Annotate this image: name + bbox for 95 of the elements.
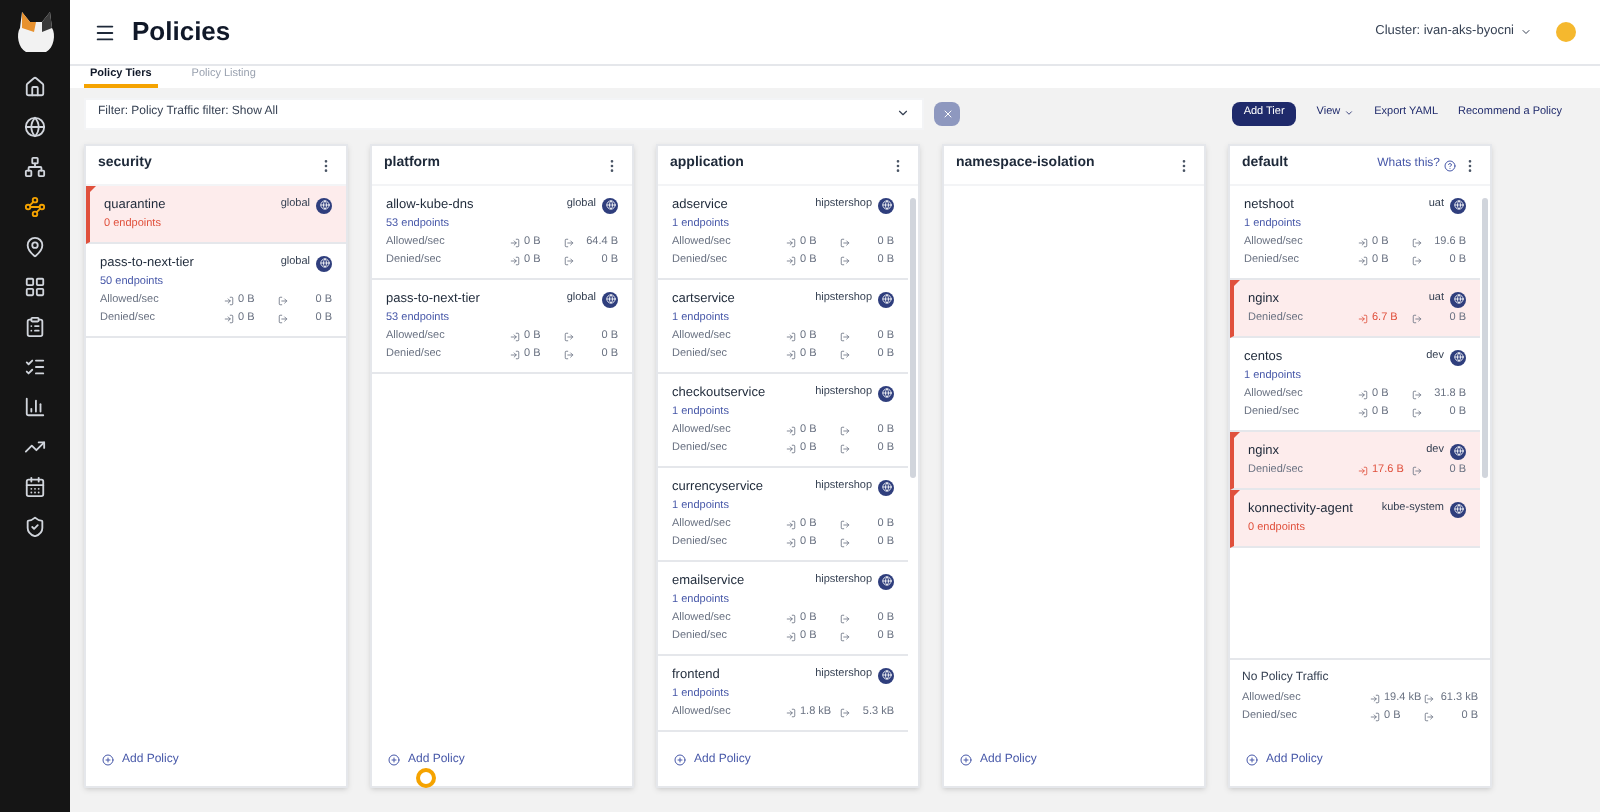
inbound-icon [786, 238, 796, 248]
outbound-icon [564, 350, 574, 360]
add-icon [960, 754, 972, 766]
inbound-icon [786, 444, 796, 454]
chevron-down-icon [1344, 108, 1355, 118]
corner-flag-icon [1230, 280, 1240, 290]
outbound-icon [840, 256, 850, 266]
page-title: Policies [132, 14, 231, 51]
inbound-icon [224, 296, 234, 306]
outbound-icon [840, 520, 850, 530]
outbound-icon [1412, 466, 1422, 476]
inbound-icon [1358, 408, 1368, 418]
outbound-icon [564, 238, 574, 248]
outbound-icon [840, 426, 850, 436]
namespace-icon [1450, 349, 1466, 365]
inbound-icon [786, 520, 796, 530]
grid-icon[interactable] [24, 276, 46, 298]
menu-icon[interactable] [94, 21, 116, 43]
namespace-icon [1450, 291, 1466, 307]
namespace-icon [878, 479, 894, 495]
outbound-icon [1412, 314, 1422, 324]
add-icon [674, 754, 686, 766]
outbound-icon [564, 256, 574, 266]
outbound-icon [840, 632, 850, 642]
outbound-icon [564, 332, 574, 342]
outbound-icon [278, 314, 288, 324]
inbound-icon [1358, 256, 1368, 266]
outbound-icon [840, 332, 850, 342]
namespace-icon [878, 573, 894, 589]
pin-icon[interactable] [24, 236, 46, 258]
corner-flag-icon [1230, 432, 1240, 442]
close-icon [941, 107, 953, 119]
inbound-icon [786, 426, 796, 436]
namespace-icon [602, 291, 618, 307]
outbound-icon [1424, 712, 1434, 722]
namespace-icon [316, 255, 332, 271]
outbound-icon [840, 538, 850, 548]
outbound-icon [840, 708, 850, 718]
inbound-icon [786, 332, 796, 342]
namespace-icon [878, 667, 894, 683]
home-icon[interactable] [24, 76, 46, 98]
inbound-icon [1358, 238, 1368, 248]
outbound-icon [840, 444, 850, 454]
chevron-down-icon [896, 106, 910, 120]
add-icon [388, 754, 400, 766]
corner-flag-icon [86, 186, 96, 196]
outbound-icon [1412, 390, 1422, 400]
inbound-icon [510, 256, 520, 266]
inbound-icon [1358, 314, 1368, 324]
help-icon [1444, 159, 1456, 171]
clipboard-icon[interactable] [24, 316, 46, 338]
route-icon[interactable] [24, 196, 46, 218]
namespace-icon [878, 385, 894, 401]
inbound-icon [1370, 712, 1380, 722]
inbound-icon [786, 350, 796, 360]
calendar-icon[interactable] [24, 476, 46, 498]
inbound-icon [786, 614, 796, 624]
checklist-icon[interactable] [24, 356, 46, 378]
inbound-icon [224, 314, 234, 324]
add-icon [1246, 754, 1258, 766]
globe-icon[interactable] [24, 116, 46, 138]
inbound-icon [510, 238, 520, 248]
inbound-icon [786, 632, 796, 642]
namespace-icon [878, 197, 894, 213]
outbound-icon [840, 350, 850, 360]
bar-chart-icon[interactable] [24, 396, 46, 418]
trend-icon[interactable] [24, 436, 46, 458]
namespace-icon [602, 197, 618, 213]
inbound-icon [510, 350, 520, 360]
outbound-icon [1412, 408, 1422, 418]
namespace-icon [878, 291, 894, 307]
chevron-down-icon [1520, 26, 1532, 38]
namespace-icon [1450, 443, 1466, 459]
shield-icon[interactable] [24, 516, 46, 538]
clear-filter-button[interactable] [934, 101, 960, 125]
outbound-icon [1412, 256, 1422, 266]
inbound-icon [1370, 694, 1380, 704]
inbound-icon [1358, 466, 1368, 476]
network-icon[interactable] [24, 156, 46, 178]
namespace-icon [1450, 501, 1466, 517]
namespace-icon [1450, 197, 1466, 213]
outbound-icon [840, 238, 850, 248]
logo-icon [13, 8, 57, 56]
inbound-icon [786, 256, 796, 266]
outbound-icon [1412, 238, 1422, 248]
namespace-icon [316, 197, 332, 213]
inbound-icon [1358, 390, 1368, 400]
outbound-icon [1424, 694, 1434, 704]
inbound-icon [786, 538, 796, 548]
inbound-icon [510, 332, 520, 342]
inbound-icon [786, 708, 796, 718]
add-icon [102, 754, 114, 766]
corner-flag-icon [1230, 490, 1240, 500]
outbound-icon [840, 614, 850, 624]
outbound-icon [278, 296, 288, 306]
